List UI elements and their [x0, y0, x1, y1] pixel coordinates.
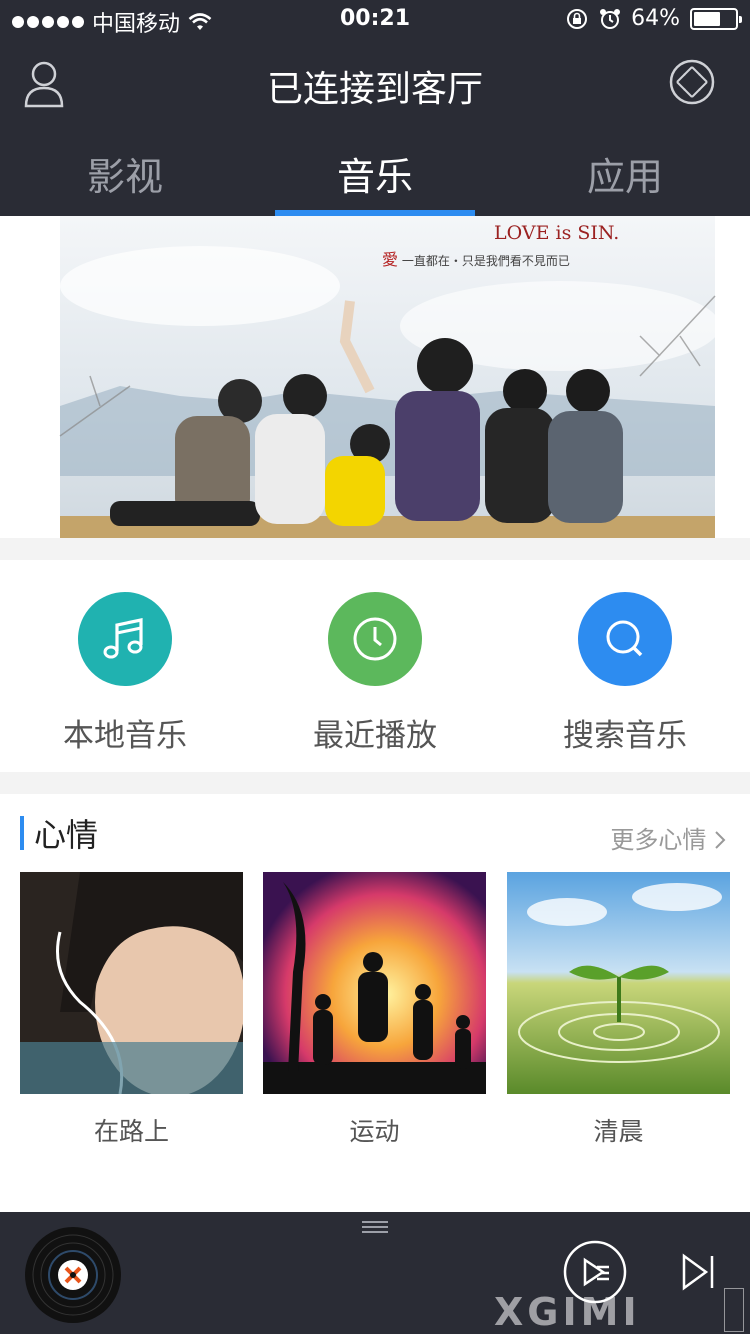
- tab-video[interactable]: 影视: [0, 128, 250, 216]
- battery-fill: [694, 11, 720, 26]
- mood-label-on-the-road: 在路上: [93, 1117, 169, 1146]
- quick-actions: 本地音乐 最近播放 搜索音乐: [0, 560, 750, 772]
- app-header: 中国移动 00:21 64% 已连接到客厅 影视 音乐 应用: [0, 0, 750, 216]
- alarm-icon: [600, 8, 621, 29]
- chevron-right-icon: [715, 831, 726, 849]
- page-title: 已连接到客厅: [266, 69, 483, 110]
- featured-banner[interactable]: LOVE is SIN. 愛 一直都在・只是我們看不見而已: [0, 216, 750, 538]
- vinyl-disc-icon[interactable]: [24, 1226, 122, 1324]
- banner-title: LOVE is SIN.: [494, 222, 620, 244]
- status-bar: 中国移动 00:21 64%: [0, 0, 750, 40]
- mood-label-sports: 运动: [349, 1117, 400, 1146]
- local-music-label: 本地音乐: [63, 718, 187, 754]
- tab-apps[interactable]: 应用: [500, 128, 750, 216]
- mini-player[interactable]: XGIMI: [0, 1212, 750, 1334]
- mood-image-on-the-road: [20, 872, 243, 1094]
- recent-play-button[interactable]: 最近播放: [250, 560, 500, 772]
- mood-image-sports: [263, 872, 486, 1094]
- title-bar: 已连接到客厅: [0, 44, 750, 128]
- section-title: 心情: [34, 816, 99, 854]
- status-indicators: 64%: [565, 6, 742, 31]
- category-tabs: 影视 音乐 应用: [0, 128, 750, 216]
- search-music-button[interactable]: 搜索音乐: [500, 560, 750, 772]
- tab-music[interactable]: 音乐: [250, 128, 500, 216]
- mood-image-morning: [507, 872, 730, 1094]
- banner-subtitle-text: 一直都在・只是我們看不見而已: [401, 254, 570, 268]
- mood-card-on-the-road[interactable]: 在路上: [20, 872, 243, 1148]
- more-moods-label: 更多心情: [610, 826, 707, 854]
- music-note-icon: [78, 592, 172, 686]
- local-music-button[interactable]: 本地音乐: [0, 560, 250, 772]
- clock-icon: [328, 592, 422, 686]
- banner-subtitle-mark: 愛: [382, 250, 399, 269]
- more-moods-link[interactable]: 更多心情: [610, 820, 726, 855]
- banner-subtitle: 愛 一直都在・只是我們看不見而已: [382, 246, 570, 270]
- next-track-icon[interactable]: [678, 1252, 718, 1292]
- battery-percentage: 64%: [631, 6, 680, 31]
- search-icon: [578, 592, 672, 686]
- mood-card-morning[interactable]: 清晨: [507, 872, 730, 1148]
- remote-control-icon: [669, 59, 715, 105]
- section-accent-bar: [20, 816, 24, 850]
- drag-handle-icon[interactable]: [362, 1220, 388, 1234]
- battery-icon: [690, 7, 742, 30]
- mood-card-sports[interactable]: 运动: [263, 872, 486, 1148]
- mood-label-morning: 清晨: [593, 1117, 644, 1146]
- orientation-lock-icon: [567, 8, 588, 29]
- brand-watermark: XGIMI: [494, 1290, 641, 1334]
- watermark-seal-icon: [724, 1288, 744, 1332]
- recent-play-label: 最近播放: [313, 718, 437, 754]
- banner-image: [59, 216, 720, 538]
- remote-control-button[interactable]: [668, 58, 716, 106]
- search-music-label: 搜索音乐: [563, 718, 687, 754]
